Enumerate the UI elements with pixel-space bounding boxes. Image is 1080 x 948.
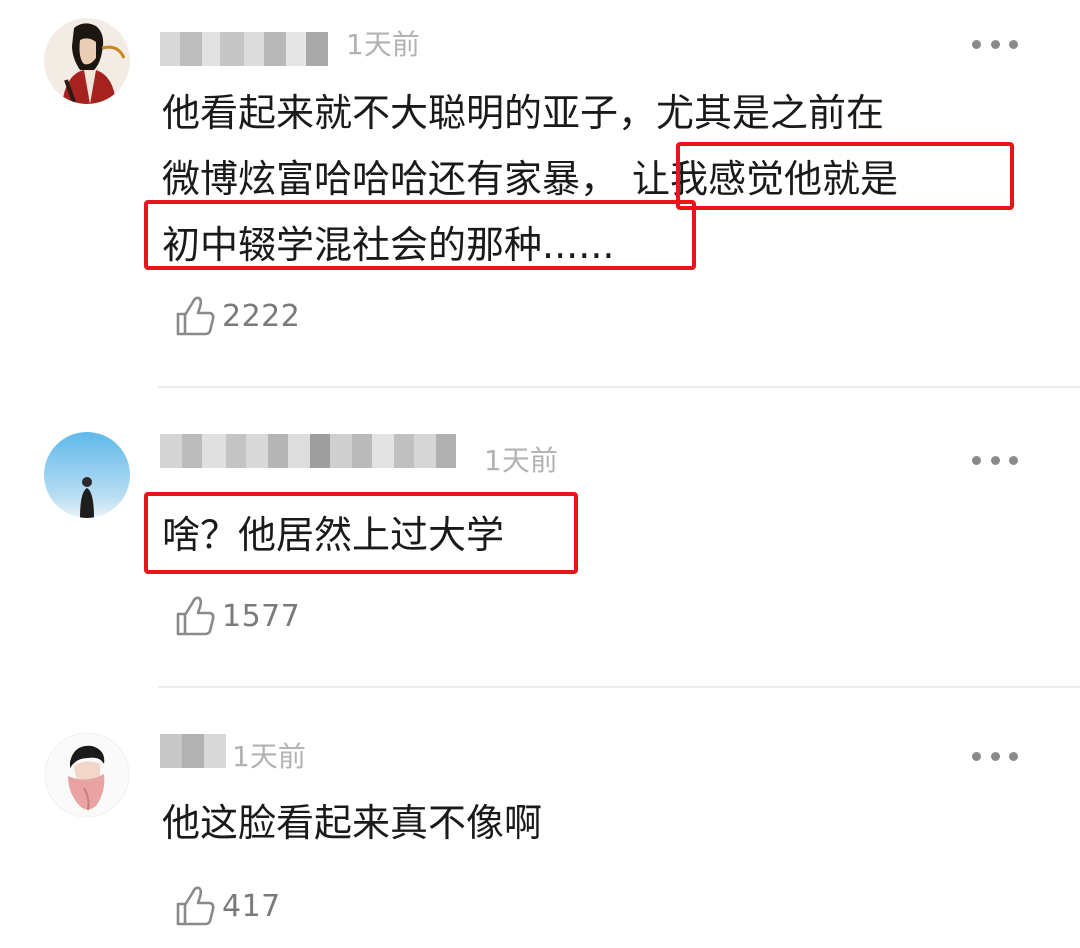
like-count: 1577 <box>222 598 301 634</box>
username-blurred[interactable] <box>160 434 466 468</box>
comment-item: 1天前 他看起来就不大聪明的亚子，尤其是之前在 微博炫富哈哈哈还有家暴， 让我感觉… <box>0 0 1080 388</box>
thumbs-up-icon <box>176 596 215 636</box>
comment-item: 1天前 啥？他居然上过大学 1577 <box>0 388 1080 688</box>
avatar[interactable] <box>44 18 130 104</box>
timestamp: 1天前 <box>484 444 558 477</box>
thumbs-up-icon <box>176 886 215 926</box>
comment-item: 1天前 他这脸看起来真不像啊 417 <box>0 688 1080 948</box>
avatar[interactable] <box>44 432 130 518</box>
highlight-box <box>144 200 696 270</box>
username-blurred[interactable] <box>160 32 328 66</box>
more-options-icon[interactable] <box>972 454 1018 466</box>
thumbs-up-icon <box>176 296 215 336</box>
timestamp: 1天前 <box>232 740 306 773</box>
comment-line: 他看起来就不大聪明的亚子，尤其是之前在 <box>162 91 885 135</box>
avatar[interactable] <box>44 732 130 818</box>
like-button[interactable]: 2222 <box>174 294 300 338</box>
more-options-icon[interactable] <box>972 750 1018 762</box>
comment-line-part: 微博炫富哈哈哈还有家暴， <box>162 157 619 201</box>
like-count: 2222 <box>222 298 301 334</box>
comment-text: 他这脸看起来真不像啊 <box>162 790 542 856</box>
username-blurred[interactable] <box>160 734 226 768</box>
more-options-icon[interactable] <box>972 38 1018 50</box>
like-button[interactable]: 417 <box>174 884 281 928</box>
like-count: 417 <box>222 888 281 924</box>
highlight-box <box>144 492 578 574</box>
timestamp: 1天前 <box>346 28 420 61</box>
comment-line: 他这脸看起来真不像啊 <box>162 801 543 845</box>
like-button[interactable]: 1577 <box>174 594 300 638</box>
highlight-box <box>676 142 1014 210</box>
